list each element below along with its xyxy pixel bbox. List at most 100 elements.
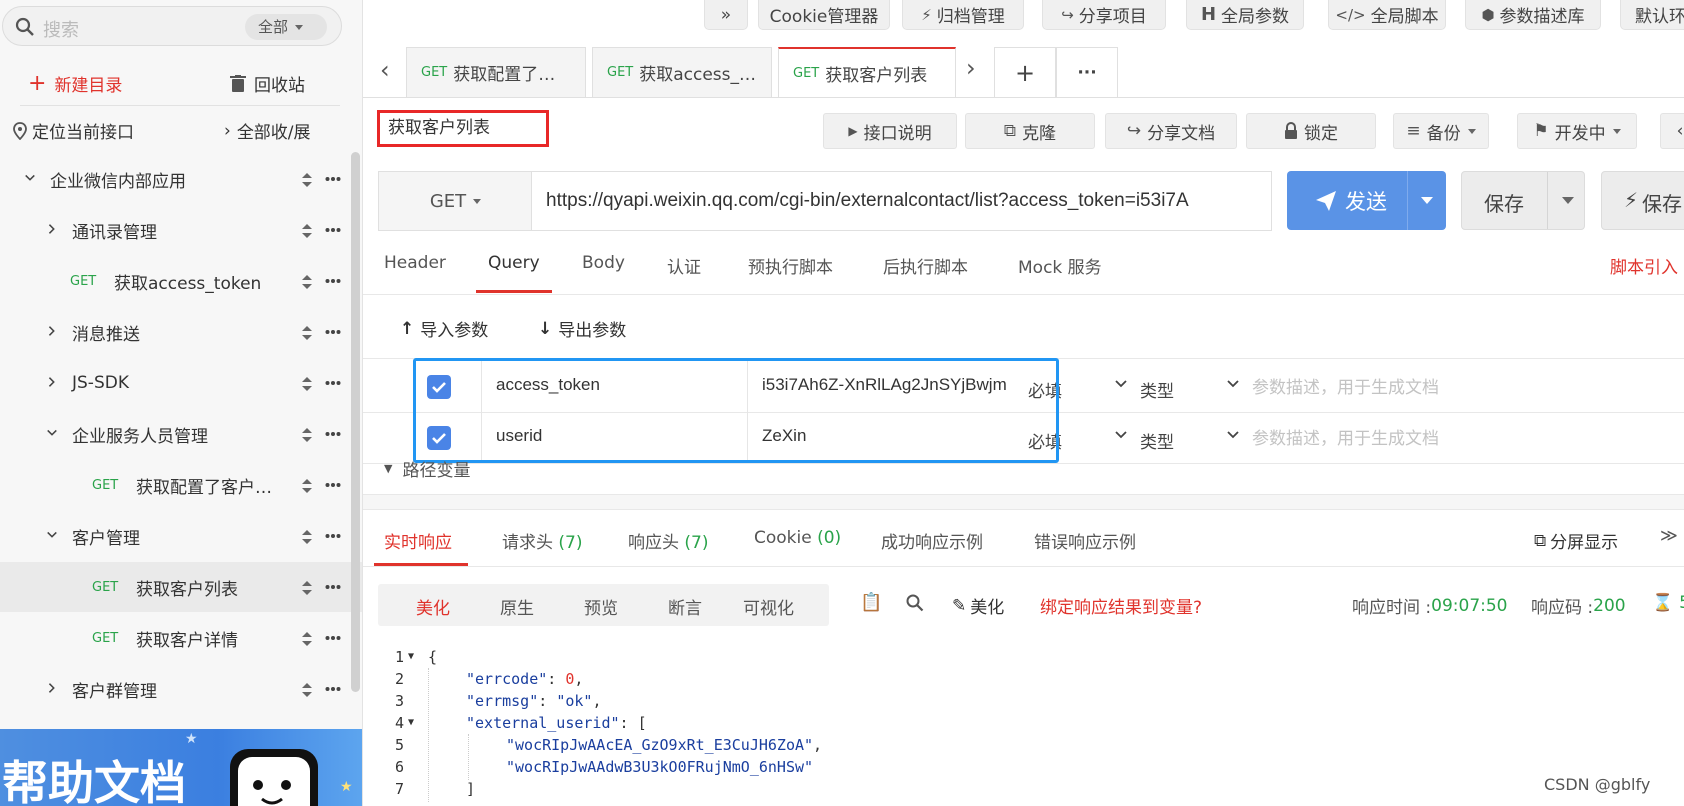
toggle-all-button[interactable]: › 全部收/展	[224, 118, 311, 144]
import-params-button[interactable]: ↑ 导入参数	[400, 316, 488, 342]
path-vars-toggle[interactable]: ▼ 路径变量	[384, 456, 470, 481]
recycle-button[interactable]: 回收站	[230, 71, 305, 96]
cookie-manager-button[interactable]: Cookie管理器	[758, 0, 890, 30]
sort-handle-icon[interactable]	[301, 325, 313, 341]
chevron-down-icon[interactable]	[1114, 428, 1128, 442]
url-input[interactable]: https://qyapi.weixin.qq.com/cgi-bin/exte…	[531, 171, 1272, 231]
tab-query[interactable]: Query	[488, 253, 540, 273]
split-view-button[interactable]: ⧉ 分屏显示	[1534, 528, 1618, 554]
param-type[interactable]: 类型	[1140, 428, 1174, 453]
format-visualize[interactable]: 可视化	[743, 594, 794, 619]
sort-handle-icon[interactable]	[301, 274, 313, 290]
export-params-button[interactable]: ↓ 导出参数	[538, 316, 626, 342]
response-tab[interactable]: 成功响应示例	[881, 528, 983, 553]
sort-handle-icon[interactable]	[301, 682, 313, 698]
more-icon[interactable]	[325, 329, 341, 335]
more-icon[interactable]	[325, 584, 341, 590]
more-icon[interactable]	[325, 278, 341, 284]
chevron-right-icon[interactable]	[46, 325, 58, 337]
copy-icon[interactable]: 📋	[860, 592, 882, 613]
send-button[interactable]: 发送	[1287, 171, 1446, 230]
global-script-button[interactable]: </> 全局脚本	[1328, 0, 1446, 30]
chevron-down-icon[interactable]	[1114, 377, 1128, 391]
tab-pre-script[interactable]: 预执行脚本	[748, 253, 833, 278]
tree-folder-item[interactable]: 企业服务人员管理	[0, 409, 362, 459]
tree-folder-item[interactable]: 企业微信内部应用	[0, 154, 362, 204]
chevron-down-icon[interactable]	[46, 427, 58, 439]
more-actions-button[interactable]: ‹	[1660, 113, 1684, 149]
search-input[interactable]: 搜索	[43, 16, 79, 42]
param-desc-input[interactable]: 参数描述，用于生成文档	[1252, 424, 1439, 449]
chevron-right-icon[interactable]	[46, 682, 58, 694]
more-icon[interactable]	[325, 380, 341, 386]
chevron-right-icon[interactable]	[46, 376, 58, 388]
sort-handle-icon[interactable]	[301, 223, 313, 239]
search-box[interactable]: 搜索 全部	[2, 6, 342, 46]
sidebar-scrollbar[interactable]	[351, 152, 360, 692]
more-icon[interactable]	[325, 533, 341, 539]
tab-prev-icon[interactable]: ‹	[380, 56, 390, 84]
sort-handle-icon[interactable]	[301, 529, 313, 545]
response-tab[interactable]: 实时响应	[384, 528, 452, 553]
caret-down-icon[interactable]	[1421, 197, 1433, 204]
more-icon[interactable]	[325, 227, 341, 233]
status-button[interactable]: ⚑ 开发中	[1517, 113, 1637, 149]
format-assert[interactable]: 断言	[668, 594, 702, 619]
tab-get-customer-list[interactable]: GET 获取客户列表	[778, 47, 956, 97]
sort-handle-icon[interactable]	[301, 172, 313, 188]
tab-auth[interactable]: 认证	[667, 253, 701, 278]
tab-header[interactable]: Header	[384, 253, 446, 273]
tree-folder-item[interactable]: 客户群管理	[0, 664, 362, 714]
response-tab[interactable]: 请求头 (7)	[502, 528, 583, 553]
more-icon[interactable]	[325, 482, 341, 488]
param-desc-input[interactable]: 参数描述，用于生成文档	[1252, 373, 1439, 398]
archive-button[interactable]: ⚡ 归档管理	[902, 0, 1024, 30]
response-tab[interactable]: 响应头 (7)	[628, 528, 709, 553]
save-as-button[interactable]: ⚡ 保存	[1601, 171, 1684, 230]
lock-button[interactable]: 锁定	[1246, 113, 1376, 149]
tab-post-script[interactable]: 后执行脚本	[883, 253, 968, 278]
tree-api-item[interactable]: GET 获取客户详情	[0, 613, 362, 663]
save-button[interactable]: 保存	[1461, 171, 1585, 230]
locate-button[interactable]: 定位当前接口	[12, 118, 134, 143]
tree-folder-item[interactable]: 消息推送	[0, 307, 362, 357]
tree-folder-item[interactable]: 客户管理	[0, 511, 362, 561]
script-import-link[interactable]: 脚本引入	[1610, 253, 1678, 278]
chevron-down-icon[interactable]	[1226, 428, 1240, 442]
api-doc-button[interactable]: ▶ 接口说明	[823, 113, 957, 149]
api-name-input[interactable]: 获取客户列表	[377, 110, 549, 147]
response-tab[interactable]: 错误响应示例	[1034, 528, 1136, 553]
format-raw[interactable]: 原生	[500, 594, 534, 619]
share-doc-button[interactable]: ↪ 分享文档	[1105, 113, 1237, 149]
param-type[interactable]: 类型	[1140, 377, 1174, 402]
toolbar-expand-button[interactable]: »	[704, 0, 748, 30]
tab-add-button[interactable]: +	[994, 47, 1056, 97]
tree-api-item[interactable]: GET 获取access_token	[0, 256, 362, 306]
more-icon[interactable]	[325, 686, 341, 692]
format-preview[interactable]: 预览	[584, 594, 618, 619]
tab-mock[interactable]: Mock 服务	[1018, 253, 1102, 278]
bind-var-link[interactable]: 绑定响应结果到变量?	[1040, 593, 1202, 618]
help-banner[interactable]: 帮助文档 ★ ★	[0, 729, 362, 806]
tab-more-button[interactable]: ···	[1056, 47, 1118, 97]
tab-get-access-token[interactable]: GET 获取access_…	[592, 47, 772, 97]
method-select[interactable]: GET	[378, 171, 532, 231]
backup-button[interactable]: ≡ 备份	[1393, 113, 1489, 149]
clone-button[interactable]: ⧉ 克隆	[965, 113, 1095, 149]
tab-get-config[interactable]: GET 获取配置了…	[406, 47, 586, 97]
beautify-button[interactable]: ✎ 美化	[952, 593, 1004, 619]
tree-api-item[interactable]: GET 获取配置了客户…	[0, 460, 362, 510]
tab-next-icon[interactable]: ›	[966, 54, 976, 82]
more-icon[interactable]	[325, 635, 341, 641]
response-tab[interactable]: Cookie (0)	[754, 528, 841, 548]
global-params-button[interactable]: H 全局参数	[1186, 0, 1304, 30]
format-pretty[interactable]: 美化	[416, 594, 450, 619]
env-button[interactable]: 默认环	[1620, 0, 1684, 30]
tree-folder-item[interactable]: JS-SDK	[0, 358, 362, 408]
sort-handle-icon[interactable]	[301, 376, 313, 392]
sort-handle-icon[interactable]	[301, 580, 313, 596]
param-lib-button[interactable]: ⬢ 参数描述库	[1465, 0, 1601, 30]
share-project-button[interactable]: ↪ 分享项目	[1042, 0, 1166, 30]
tree-api-item[interactable]: GET 获取客户列表	[0, 562, 362, 612]
tab-body[interactable]: Body	[582, 253, 625, 273]
